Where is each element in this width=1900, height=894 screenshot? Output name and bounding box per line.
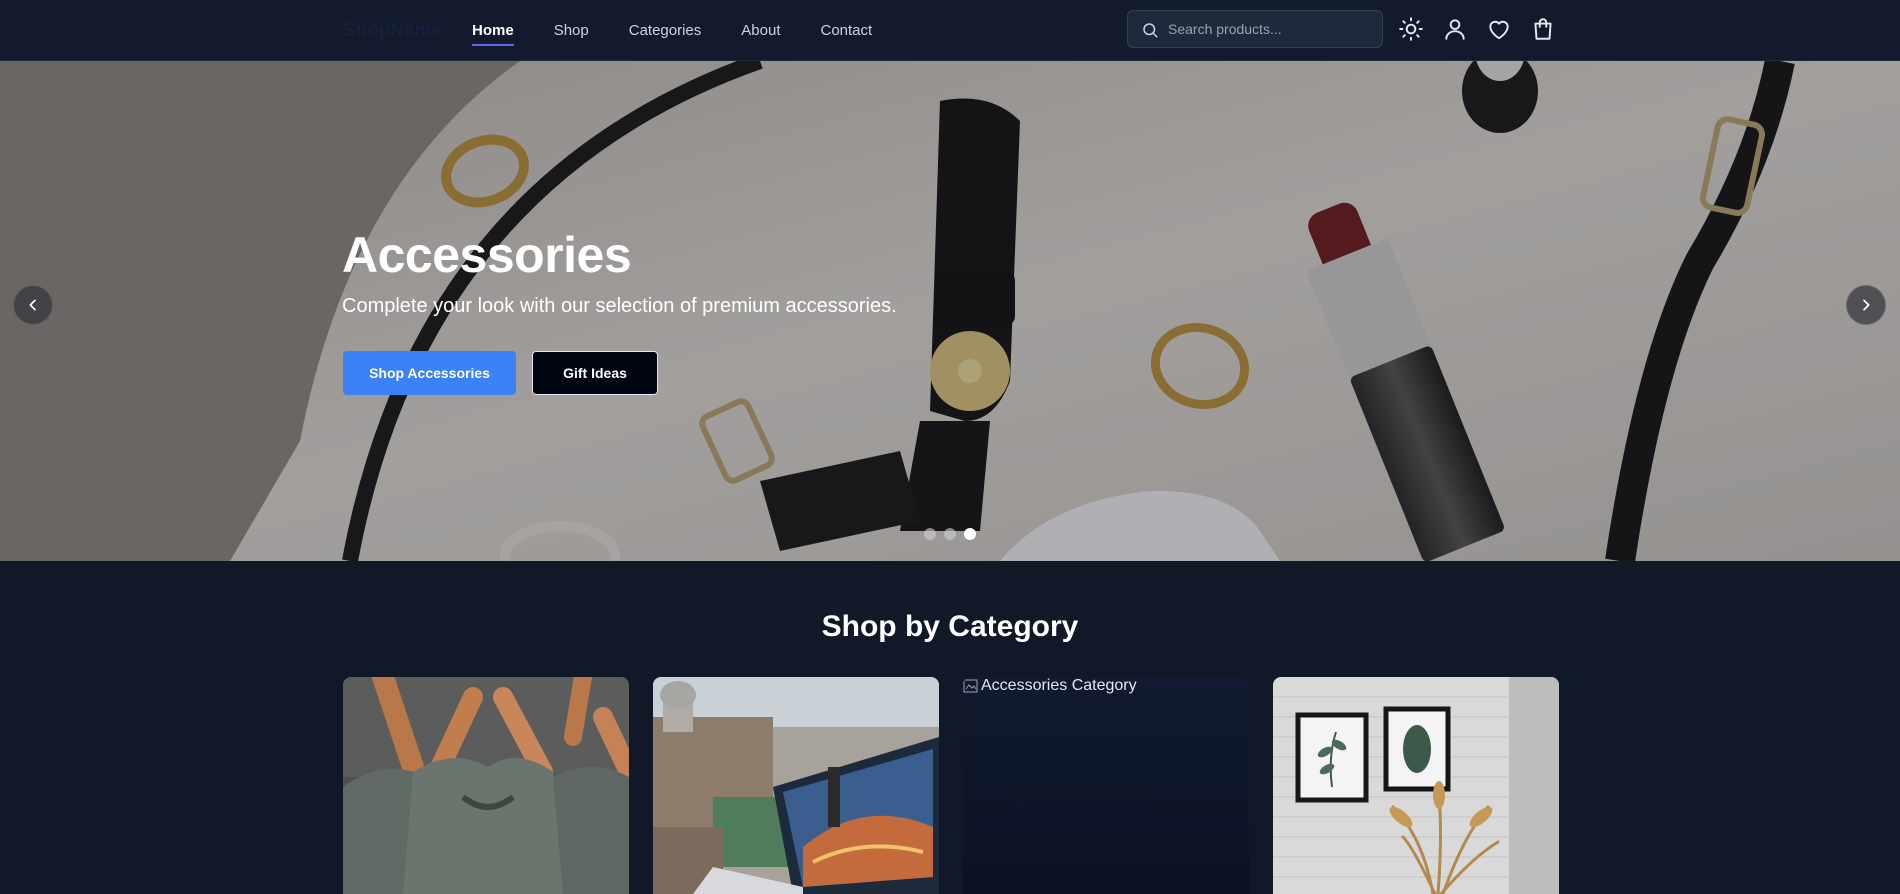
heart-icon[interactable]: [1486, 16, 1512, 42]
main-nav-links: Home Shop Categories About Contact: [472, 0, 912, 61]
category-image-clothing: [343, 677, 629, 894]
broken-image-placeholder: Accessories Category: [963, 677, 1137, 695]
nav-link-home[interactable]: Home: [472, 20, 514, 46]
category-card-accessories[interactable]: Accessories Category: [963, 677, 1249, 894]
carousel-indicators: [924, 528, 976, 540]
nav-link-contact[interactable]: Contact: [820, 20, 872, 42]
gift-ideas-button[interactable]: Gift Ideas: [532, 351, 658, 395]
hero-carousel: Accessories Complete your look with our …: [0, 61, 1900, 561]
category-image-alt-text: Accessories Category: [981, 677, 1137, 694]
category-card-clothing[interactable]: [343, 677, 629, 894]
top-navigation-bar: ShopName Home Shop Categories About Cont…: [0, 0, 1900, 61]
nav-link-categories[interactable]: Categories: [629, 20, 702, 42]
user-icon[interactable]: [1442, 16, 1468, 42]
category-image-electronics: [653, 677, 939, 894]
chevron-right-icon: [1863, 299, 1870, 311]
carousel-dot-1[interactable]: [924, 528, 936, 540]
carousel-dot-3[interactable]: [964, 528, 976, 540]
search-box: [1127, 10, 1383, 48]
search-input[interactable]: [1168, 11, 1373, 47]
category-card-home-decor[interactable]: [1273, 677, 1559, 894]
carousel-dot-2[interactable]: [944, 528, 956, 540]
shop-accessories-button[interactable]: Shop Accessories: [343, 351, 516, 395]
sun-icon[interactable]: [1398, 16, 1424, 42]
brand-logo[interactable]: ShopName: [343, 20, 442, 42]
nav-link-about[interactable]: About: [741, 20, 780, 42]
search-icon: [1143, 23, 1158, 38]
carousel-prev-button[interactable]: [13, 285, 53, 325]
broken-image-icon: [963, 679, 978, 693]
carousel-next-button[interactable]: [1846, 285, 1886, 325]
category-card-electronics[interactable]: [653, 677, 939, 894]
nav-link-shop[interactable]: Shop: [554, 20, 589, 42]
hero-subtitle: Complete your look with our selection of…: [342, 295, 897, 317]
hero-overlay: [0, 61, 1900, 561]
shopping-bag-icon[interactable]: [1530, 16, 1556, 42]
section-title: Shop by Category: [821, 610, 1079, 643]
category-image-home-decor: [1273, 677, 1559, 894]
chevron-left-icon: [29, 299, 36, 311]
hero-title: Accessories: [342, 227, 632, 283]
